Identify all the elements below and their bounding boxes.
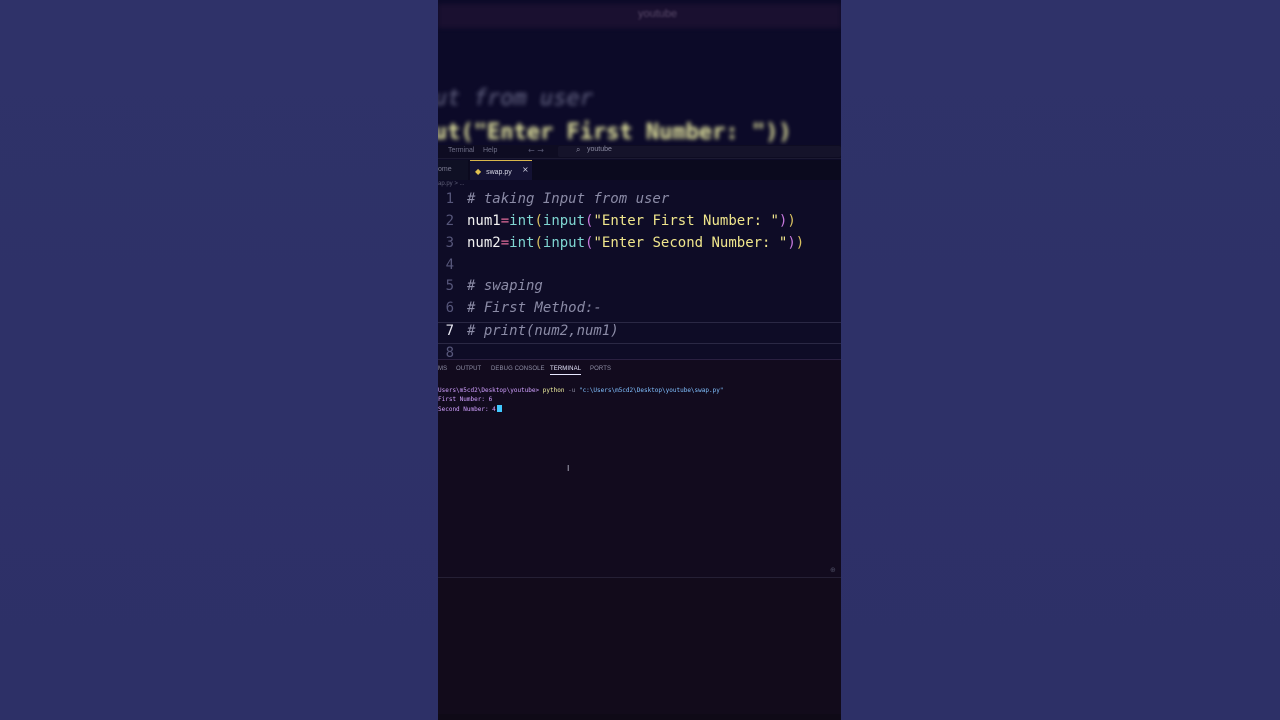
menu-help[interactable]: Help: [483, 147, 497, 154]
line-number: 1: [445, 191, 454, 207]
code-line[interactable]: 3 num2=int(input("Enter Second Number: "…: [438, 235, 841, 257]
mouse-ibeam-cursor: I: [567, 464, 570, 473]
terminal-cursor: [496, 405, 502, 412]
blurred-code-comment: ut from user: [438, 86, 593, 111]
tab-problems[interactable]: MS: [438, 366, 447, 372]
tab-home-label: ome: [438, 166, 452, 173]
terminal-command-line[interactable]: Users\m5cd2\Desktop\youtube> python -u "…: [438, 387, 723, 394]
blurred-zoom-header: youtube ut from user ut("Enter First Num…: [438, 0, 841, 145]
empty-lower-area: [438, 577, 841, 720]
blurred-search-text: youtube: [638, 8, 678, 20]
line-number: 5: [445, 278, 454, 294]
code-comment: # swaping: [467, 278, 543, 294]
blurred-background-right: [841, 0, 1280, 720]
tab-ports[interactable]: PORTS: [590, 366, 611, 372]
python-file-icon: ◆: [475, 167, 482, 176]
line-number: 4: [445, 257, 454, 273]
code-comment: # taking Input from user: [467, 191, 670, 207]
video-frame: youtube ut from user ut("Enter First Num…: [438, 0, 841, 720]
code-statement: num1=int(input("Enter First Number: ")): [467, 213, 796, 229]
close-icon[interactable]: ×: [522, 165, 529, 174]
tab-swap-label: swap.py: [486, 169, 512, 176]
title-bar: Terminal Help ← → ⌕ youtube: [438, 145, 841, 159]
line-number: 2: [445, 213, 454, 229]
bottom-panel: MS OUTPUT DEBUG CONSOLE TERMINAL PORTS U…: [438, 359, 841, 577]
code-editor[interactable]: 1 # taking Input from user 2 num1=int(in…: [438, 190, 841, 361]
line-number: 6: [445, 300, 454, 316]
code-comment: # print(num2,num1): [467, 323, 619, 339]
breadcrumb[interactable]: ap.py > ...: [438, 181, 465, 187]
tab-home[interactable]: ome: [438, 160, 468, 180]
code-line-active[interactable]: 7 # print(num2,num1): [438, 322, 841, 344]
tab-debug-console[interactable]: DEBUG CONSOLE: [491, 366, 545, 372]
line-number: 3: [445, 235, 454, 251]
code-line[interactable]: 2 num1=int(input("Enter First Number: ")…: [438, 213, 841, 235]
code-line[interactable]: 6 # First Method:-: [438, 300, 841, 322]
terminal-input-line[interactable]: Second Number: 4: [438, 405, 502, 413]
search-icon: ⌕: [576, 145, 581, 154]
menu-terminal[interactable]: Terminal: [448, 147, 474, 154]
nav-arrows[interactable]: ← →: [528, 146, 544, 155]
editor-tab-bar: ome ◆ swap.py ×: [438, 160, 841, 180]
line-number: 7: [445, 323, 454, 339]
code-comment: # First Method:-: [467, 300, 602, 316]
blurred-code-line: ut("Enter First Number: ")): [438, 120, 792, 145]
code-line[interactable]: 5 # swaping: [438, 278, 841, 300]
bottom-strip: [438, 714, 841, 720]
tab-terminal[interactable]: TERMINAL: [550, 366, 582, 375]
blurred-background-left: [0, 0, 438, 720]
tab-output[interactable]: OUTPUT: [456, 366, 481, 372]
search-text[interactable]: youtube: [587, 146, 612, 153]
code-line[interactable]: 4: [438, 257, 841, 279]
terminal-output-line: First Number: 6: [438, 396, 493, 403]
resize-icon[interactable]: ⊕: [830, 566, 836, 574]
code-line[interactable]: 1 # taking Input from user: [438, 191, 841, 213]
code-statement: num2=int(input("Enter Second Number: ")): [467, 235, 805, 251]
